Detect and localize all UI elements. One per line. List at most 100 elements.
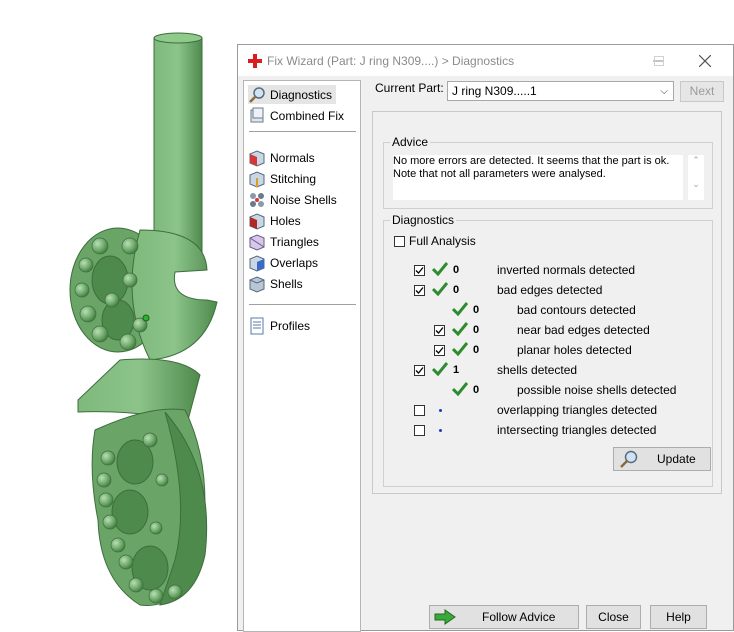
green-check-icon [432,362,448,376]
bad-contours-count: 0 [473,304,480,316]
intersecting-triangles-label: intersecting triangles detected [497,423,657,437]
bad-contours-label: bad contours detected [517,303,636,317]
diagnostics-title: Diagnostics [390,213,457,227]
checkmark-icon [435,327,444,334]
nav-item-combined-fix[interactable]: Combined Fix [248,106,348,125]
close-icon [699,54,711,67]
nav-item-diagnostics[interactable]: Diagnostics [248,85,337,104]
green-check-icon [452,302,468,316]
close-window-button[interactable] [682,45,728,76]
overlapping-triangles-label: overlapping triangles detected [497,403,658,417]
follow-advice-button[interactable]: Follow Advice [429,605,579,629]
overlapping-triangles-checkbox[interactable] [414,405,425,416]
nav-item-label: Diagnostics [270,87,333,102]
intersecting-triangles-checkbox[interactable] [414,425,425,436]
nav-item-label: Overlaps [270,255,319,270]
window-title: Fix Wizard (Part: J ring N309....) > Dia… [267,54,515,68]
shells-count: 1 [453,364,460,376]
nav-item-noise-shells[interactable]: Noise Shells [248,190,341,209]
checkmark-icon [435,347,444,354]
nav-item-label: Normals [270,150,315,165]
not-analysed-dot-icon [439,409,442,412]
green-check-icon [452,322,468,336]
near-bad-edges-checkbox[interactable] [434,325,445,336]
current-part-dropdown[interactable]: J ring N309.....1 ⌵ [447,81,674,101]
overlaps-cube-icon [249,254,265,272]
magnifier-icon [620,450,638,468]
green-check-icon [452,382,468,396]
update-label: Update [657,452,696,466]
near-bad-edges-label: near bad edges detected [517,323,650,337]
close-button[interactable]: Close [586,605,641,629]
nav-item-profiles[interactable]: Profiles [248,316,314,335]
noise-shells-icon [250,192,264,207]
combined-fix-icon [250,107,264,122]
nav-item-shells[interactable]: Shells [248,274,307,293]
bad-edges-label: bad edges detected [497,283,603,297]
normals-cube-icon [249,149,265,167]
shells-label: shells detected [497,363,578,377]
maximize-icon [654,55,664,66]
advice-group: Advice No more errors are detected. It s… [383,135,713,209]
update-button[interactable]: Update [613,447,711,471]
shells-cube-icon [249,275,265,293]
help-button[interactable]: Help [650,605,707,629]
inverted-normals-label: inverted normals detected [497,263,636,277]
magnifier-icon [249,86,265,103]
planar-holes-checkbox[interactable] [434,345,445,356]
green-check-icon [452,342,468,356]
diagnostics-panel: Advice No more errors are detected. It s… [372,111,722,494]
nav-item-normals[interactable]: Normals [248,148,319,167]
follow-advice-label: Follow Advice [482,610,556,624]
green-check-icon [432,262,448,276]
nav-item-label: Stitching [270,171,317,186]
title-bar[interactable]: Fix Wizard (Part: J ring N309....) > Dia… [238,45,733,76]
advice-title: Advice [390,135,431,149]
checkmark-icon [415,267,424,274]
maximize-button [636,45,682,76]
nav-item-label: Combined Fix [270,108,345,123]
3d-viewport[interactable] [0,0,238,631]
nav-item-stitching[interactable]: Stitching [248,169,320,188]
advice-line-2: Note that not all parameters were analys… [393,168,606,180]
scroll-down-icon[interactable]: ⌄ [688,179,704,190]
nav-divider [249,304,356,305]
nav-item-triangles[interactable]: Triangles [248,232,323,251]
next-button[interactable]: Next [680,81,724,102]
holes-cube-icon [249,212,265,230]
nav-item-overlaps[interactable]: Overlaps [248,253,322,272]
triangles-cube-icon [249,233,265,251]
nav-item-holes[interactable]: Holes [248,211,305,230]
nav-item-label: Triangles [270,234,319,249]
noise-shells-count: 0 [473,384,480,396]
wizard-nav-panel: Diagnostics Combined Fix Normals Stitchi… [243,80,361,632]
full-analysis-checkbox[interactable] [394,236,405,247]
planar-holes-label: planar holes detected [517,343,632,357]
green-arrow-right-icon [434,609,456,625]
advice-scrollbar[interactable]: ⌃ ⌄ [688,155,704,200]
bad-edges-checkbox[interactable] [414,285,425,296]
noise-shells-label: possible noise shells detected [517,383,677,397]
bad-edges-count: 0 [453,284,460,296]
planar-holes-count: 0 [473,344,480,356]
chevron-down-icon: ⌵ [660,86,668,97]
current-part-value: J ring N309.....1 [452,84,537,98]
red-cross-icon [248,54,262,68]
diagnostics-group: Diagnostics Full Analysis 0 inverted nor… [383,213,713,487]
not-analysed-dot-icon [439,429,442,432]
part-model[interactable] [0,0,238,631]
nav-item-label: Noise Shells [270,192,337,207]
scroll-up-icon[interactable]: ⌃ [688,155,704,166]
checkmark-icon [415,367,424,374]
nav-item-label: Holes [270,213,301,228]
inverted-normals-count: 0 [453,264,460,276]
full-analysis-label: Full Analysis [409,234,476,248]
inverted-normals-checkbox[interactable] [414,265,425,276]
nav-item-label: Shells [270,276,303,291]
nav-divider [249,131,356,132]
shells-checkbox[interactable] [414,365,425,376]
current-part-label: Current Part: [375,81,444,95]
near-bad-edges-count: 0 [473,324,480,336]
stitching-cube-icon [249,170,265,188]
nav-item-label: Profiles [270,318,311,333]
